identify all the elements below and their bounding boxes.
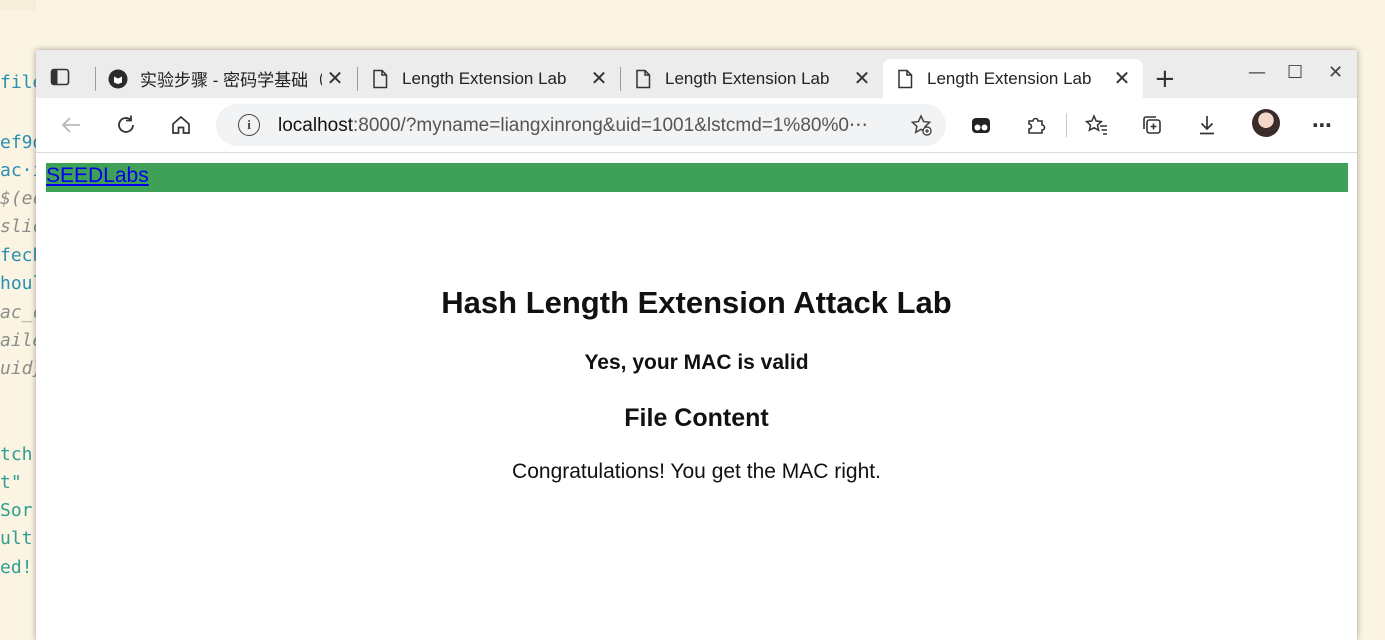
editor-code-line: tch· — [0, 444, 36, 465]
back-icon[interactable] — [58, 112, 84, 138]
page-icon — [633, 69, 653, 89]
editor-code-line: Sor — [0, 500, 33, 521]
tab-length-extension-1[interactable]: Length Extension Lab ✕ — [358, 59, 620, 98]
file-content-heading: File Content — [624, 404, 769, 432]
close-tab-icon[interactable]: ✕ — [849, 66, 875, 91]
more-icon[interactable]: ⋯ — [1309, 112, 1335, 138]
editor-code-line: ailed — [0, 330, 36, 351]
editor-code-line: t" — [0, 472, 22, 493]
tab-title: 实验步骤 - 密码学基础（ — [140, 71, 322, 90]
minimize-button[interactable]: — — [1248, 62, 1266, 83]
editor-code-line: ac_ch — [0, 302, 36, 323]
extensions-icon[interactable] — [1023, 112, 1049, 138]
editor-code-line: ef9de — [0, 132, 36, 153]
close-tab-icon[interactable]: ✕ — [586, 66, 612, 91]
address-bar[interactable]: i localhost:8000/?myname=liangxinrong&ui… — [216, 104, 946, 146]
address-path: :8000/?myname=liangxinrong&uid=1001&lstc… — [353, 114, 868, 136]
home-icon[interactable] — [168, 112, 194, 138]
editor-code-line: $(ec — [0, 188, 36, 209]
mac-status: Yes, your MAC is valid — [584, 351, 809, 374]
new-tab-button[interactable]: + — [1154, 64, 1176, 94]
editor-code-line: hould — [0, 273, 36, 294]
refresh-icon[interactable] — [113, 112, 139, 138]
page-icon — [895, 69, 915, 89]
tab-strip: 实验步骤 - 密码学基础（ ✕ Length Extension Lab ✕ L… — [36, 50, 1357, 98]
tab-title: Length Extension Lab — [665, 68, 830, 88]
editor-code-line: ed! — [0, 557, 33, 578]
downloads-icon[interactable] — [1194, 112, 1220, 138]
tab-length-extension-active[interactable]: Length Extension Lab ✕ — [883, 59, 1143, 98]
editor-code-line: slic — [0, 216, 36, 237]
github-icon — [108, 69, 128, 89]
maximize-button[interactable]: ☐ — [1287, 62, 1303, 83]
favorites-icon[interactable] — [1084, 112, 1110, 138]
web-page: SEEDLabs Hash Length Extension Attack La… — [36, 154, 1357, 640]
address-host: localhost — [278, 114, 353, 136]
background-editor: file ef9de ac·is $(ec slic fecho hould ac_chail… — [0, 0, 36, 640]
close-window-button[interactable]: ✕ — [1328, 62, 1343, 83]
close-tab-icon[interactable]: ✕ — [322, 66, 348, 91]
page-title: Hash Length Extension Attack Lab — [441, 285, 952, 320]
file-content-text: Congratulations! You get the MAC right. — [512, 460, 881, 483]
collections-icon[interactable] — [1139, 112, 1165, 138]
seedlabs-navbar: SEEDLabs — [46, 163, 1348, 192]
editor-code-line: uid} — [0, 358, 36, 379]
editor-code-line: fecho — [0, 245, 36, 266]
editor-code-line: ac·is — [0, 160, 36, 181]
tab-title: Length Extension Lab — [402, 68, 567, 88]
close-tab-icon[interactable]: ✕ — [1109, 66, 1135, 91]
profile-avatar[interactable] — [1252, 109, 1280, 137]
tab-experiment-steps[interactable]: 实验步骤 - 密码学基础（ ✕ — [96, 59, 356, 98]
tab-actions-icon[interactable] — [50, 67, 78, 91]
toolbar-separator — [1066, 113, 1067, 137]
tab-length-extension-2[interactable]: Length Extension Lab ✕ — [621, 59, 883, 98]
editor-code-line: file — [0, 72, 36, 93]
site-info-icon[interactable]: i — [238, 114, 260, 136]
add-favorite-icon[interactable] — [910, 114, 932, 136]
address-url[interactable]: localhost:8000/?myname=liangxinrong&uid=… — [278, 114, 888, 137]
editor-code-line: ult — [0, 528, 33, 549]
browser-window: 实验步骤 - 密码学基础（ ✕ Length Extension Lab ✕ L… — [36, 50, 1357, 640]
seedlabs-link[interactable]: SEEDLabs — [46, 164, 149, 188]
extension-badge-icon[interactable] — [968, 112, 994, 138]
browser-toolbar: i localhost:8000/?myname=liangxinrong&ui… — [36, 98, 1357, 153]
page-icon — [370, 69, 390, 89]
tab-title: Length Extension Lab — [927, 68, 1092, 88]
